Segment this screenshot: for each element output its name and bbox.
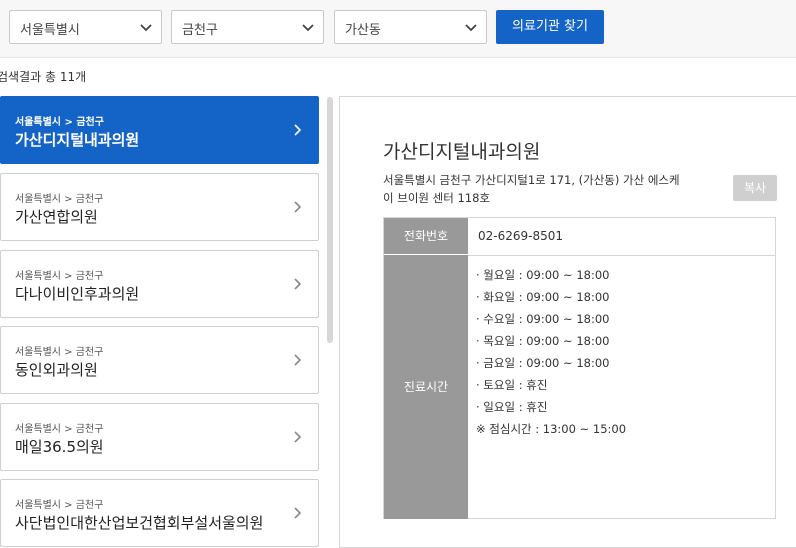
phone-value: 02-6269-8501 [478,229,564,243]
hours-label: 진료시간 [384,255,468,519]
chevron-right-icon [294,278,302,290]
list-item-region: 서울특별시 > 금천구 [15,347,104,358]
filter-bar: 서울특별시 금천구 가산동 의료기관 찾기 [0,0,796,58]
chevron-right-icon [294,507,302,519]
list-item-name: 사단법인대한산업보건협회부설서울의원 [15,514,264,532]
chevron-right-icon [294,354,302,366]
list-item[interactable]: 서울특별시 > 금천구 사단법인대한산업보건협회부설서울의원 [0,479,319,547]
hours-item: · 목요일 : 09:00 ~ 18:00 [476,334,610,348]
district-select[interactable]: 금천구 [171,10,324,44]
copy-address-button[interactable]: 복사 [733,175,777,201]
list-item-region: 서울특별시 > 금천구 [15,424,104,435]
hours-list: · 월요일 : 09:00 ~ 18:00 · 화요일 : 09:00 ~ 18… [476,264,626,440]
hours-item: · 월요일 : 09:00 ~ 18:00 [476,268,610,282]
result-count: 검색결과 총 11개 [0,70,87,84]
chevron-right-icon [294,124,302,136]
clinic-title: 가산디지털내과의원 [383,141,541,163]
list-item-region: 서울특별시 > 금천구 [15,271,104,282]
clinic-address: 서울특별시 금천구 가산디지털1로 171, (가산동) 가산 에스케이 브이원… [383,173,680,205]
chevron-right-icon [294,431,302,443]
list-item-name: 다나이비인후과의원 [15,285,140,303]
list-item-region: 서울특별시 > 금천구 [15,194,104,205]
hours-item: · 일요일 : 휴진 [476,400,548,414]
hours-item: ※ 점심시간 : 13:00 ~ 15:00 [476,422,627,436]
list-item-name: 가산연합의원 [15,208,98,226]
list-item-name: 동인외과의원 [15,361,98,379]
clinic-info-table: 전화번호 02-6269-8501 진료시간 · 월요일 : 09:00 ~ 1… [383,217,776,519]
detail-panel: 가산디지털내과의원 서울특별시 금천구 가산디지털1로 171, (가산동) 가… [339,96,796,548]
list-item-region: 서울특별시 > 금천구 [15,500,104,511]
chevron-down-icon [302,24,314,32]
chevron-down-icon [140,24,152,32]
list-item-region: 서울특별시 > 금천구 [15,117,104,128]
list-scrollbar[interactable] [327,97,333,343]
district-select-value: 금천구 [182,23,218,38]
list-item-name: 매일36.5의원 [15,438,104,456]
hours-item: · 금요일 : 09:00 ~ 18:00 [476,356,610,370]
hours-item: · 수요일 : 09:00 ~ 18:00 [476,312,610,326]
list-item[interactable]: 서울특별시 > 금천구 가산연합의원 [0,173,319,241]
list-item[interactable]: 서울특별시 > 금천구 다나이비인후과의원 [0,250,319,318]
divider [468,255,776,256]
list-item[interactable]: 서울특별시 > 금천구 매일36.5의원 [0,403,319,471]
chevron-right-icon [294,201,302,213]
city-select-value: 서울특별시 [20,23,80,38]
hours-item: · 화요일 : 09:00 ~ 18:00 [476,290,610,304]
search-button[interactable]: 의료기관 찾기 [496,10,604,44]
hours-item: · 토요일 : 휴진 [476,378,548,392]
dong-select-value: 가산동 [345,23,381,38]
list-item-name: 가산디지털내과의원 [15,131,140,149]
city-select[interactable]: 서울특별시 [9,10,162,44]
list-item[interactable]: 서울특별시 > 금천구 동인외과의원 [0,326,319,394]
chevron-down-icon [465,24,477,32]
result-list: 서울특별시 > 금천구 가산디지털내과의원 서울특별시 > 금천구 가산연합의원… [0,96,320,548]
dong-select[interactable]: 가산동 [334,10,487,44]
phone-label: 전화번호 [384,218,468,255]
list-item[interactable]: 서울특별시 > 금천구 가산디지털내과의원 [0,96,319,164]
